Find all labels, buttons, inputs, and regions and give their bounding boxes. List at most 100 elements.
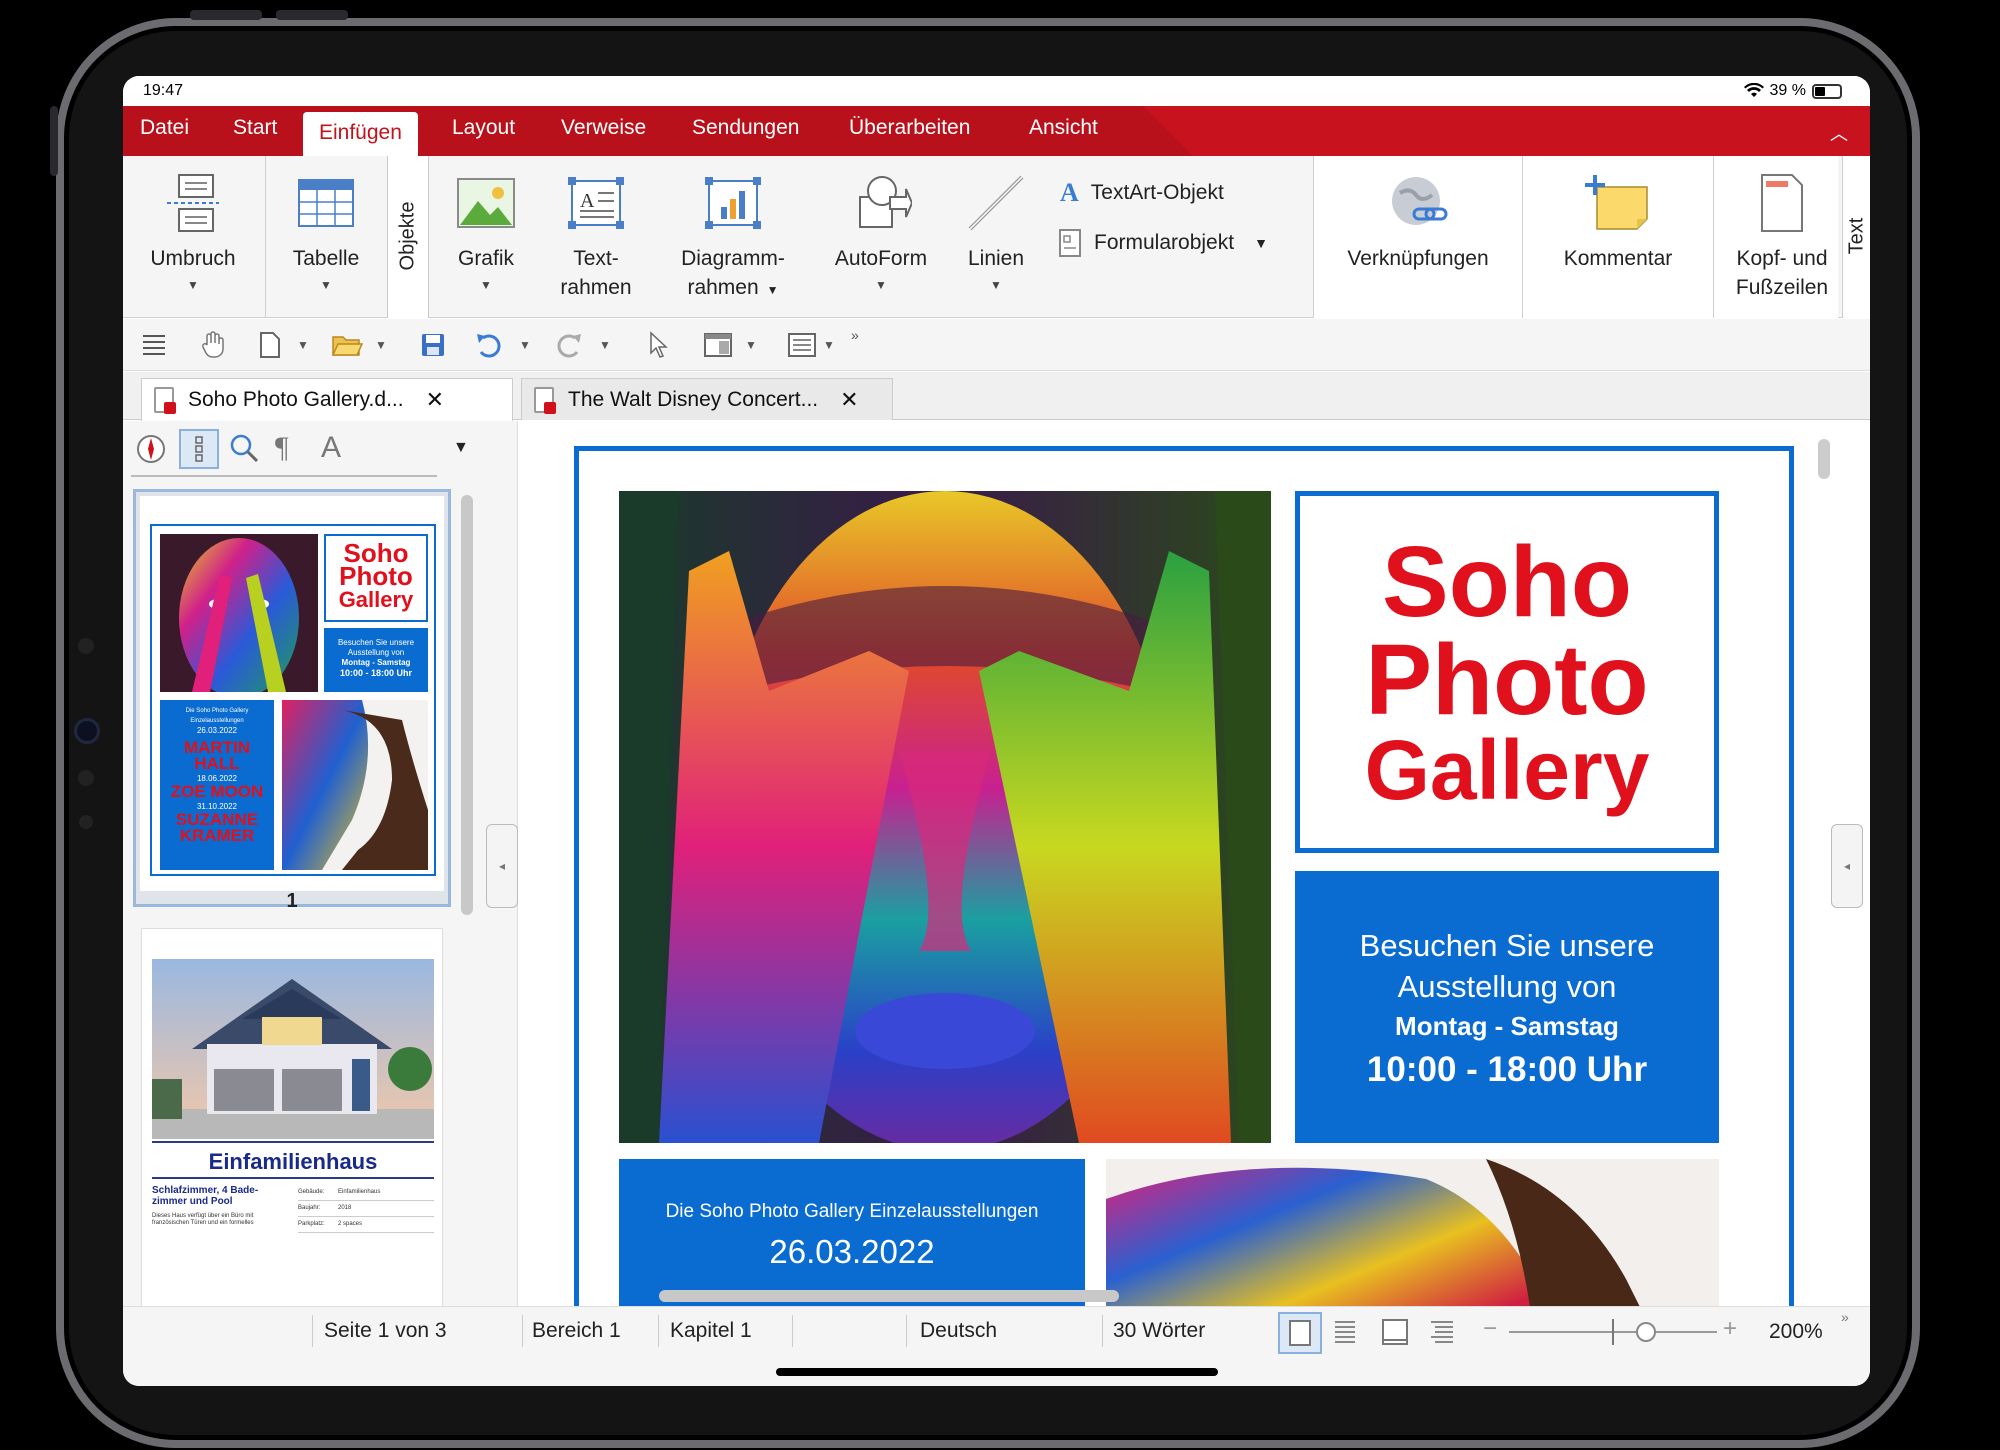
comment-icon (1585, 166, 1651, 240)
diagrammrahmen-button[interactable]: Diagramm- rahmen ▼ (663, 156, 803, 318)
page-indicator[interactable]: Seite 1 von 3 (324, 1319, 447, 1343)
kopf-fusszeilen-button[interactable]: Kopf- und Fußzeilen (1719, 156, 1845, 318)
font-style-icon[interactable]: A (321, 431, 341, 465)
chevron-down-icon[interactable]: ▼ (453, 439, 469, 457)
kommentar-button[interactable]: Kommentar (1528, 156, 1708, 318)
wifi-icon (1743, 83, 1764, 97)
visit-line-1: Besuchen Sie unsere (1359, 928, 1655, 963)
close-icon[interactable]: ✕ (840, 387, 858, 413)
formularobjekt-button[interactable]: Formularobjekt ▼ (1058, 228, 1268, 258)
new-document-icon[interactable]: ▼ (259, 331, 309, 359)
save-icon[interactable] (420, 331, 446, 359)
sensor-dot (78, 770, 94, 786)
chevron-down-icon[interactable]: ▼ (823, 338, 835, 352)
textrahmen-button[interactable]: A Text- rahmen (546, 156, 646, 318)
thumbnail-exhibitions: Die Soho Photo Gallery Einzelausstellung… (160, 700, 274, 870)
divider (906, 1315, 907, 1347)
chevron-down-icon[interactable]: ▼ (375, 338, 387, 352)
menu-verweise[interactable]: Verweise (561, 116, 646, 140)
section-indicator[interactable]: Bereich 1 (532, 1319, 621, 1343)
chevron-down-icon[interactable]: ▼ (519, 338, 531, 352)
close-icon[interactable]: ✕ (426, 387, 444, 413)
thumbnail-photo-face (160, 534, 318, 692)
gallery-title-box[interactable]: Soho Photo Gallery (1295, 491, 1719, 853)
thumbnail-visit-box: Besuchen Sie unsere Ausstellung von Mont… (324, 628, 428, 692)
linien-button[interactable]: Linien ▼ (956, 156, 1036, 318)
camera (74, 718, 100, 744)
chevron-down-icon: ▼ (187, 278, 199, 292)
frame-icon[interactable]: ▼ (787, 331, 835, 359)
compass-icon[interactable] (135, 433, 167, 470)
chevron-down-icon[interactable]: ▼ (745, 338, 757, 352)
svg-text:A: A (580, 190, 595, 212)
more-status-icon[interactable]: » (1841, 1309, 1849, 1325)
menu-ansicht[interactable]: Ansicht (1029, 116, 1098, 140)
collapse-sidebar-handle[interactable]: ◂ (486, 824, 518, 908)
chevron-down-icon[interactable]: ▼ (297, 338, 309, 352)
pointer-icon[interactable] (647, 331, 669, 359)
tab-soho-photo-gallery[interactable]: Soho Photo Gallery.d... ✕ (141, 378, 513, 421)
hand-icon[interactable] (201, 331, 225, 359)
expand-right-panel-handle[interactable]: ◂ (1831, 824, 1863, 908)
thumbnails-icon[interactable] (179, 429, 219, 469)
sidebar-scrollbar[interactable] (461, 495, 473, 915)
tab-walt-disney-concert[interactable]: The Walt Disney Concert... ✕ (521, 378, 893, 420)
page-break-icon (165, 166, 221, 240)
menu-layout[interactable]: Layout (452, 116, 515, 140)
zoom-in-icon[interactable]: + (1723, 1315, 1737, 1343)
chevron-down-icon[interactable]: ▼ (599, 338, 611, 352)
chevron-down-icon: ▼ (480, 278, 492, 292)
objekte-group-label[interactable]: Objekte (387, 156, 429, 318)
menu-ueberarbeiten[interactable]: Überarbeiten (849, 116, 970, 140)
autoform-button[interactable]: AutoForm ▼ (816, 156, 946, 318)
text-group-label[interactable]: Text (1842, 156, 1870, 318)
tabelle-button[interactable]: Tabelle ▼ (271, 156, 381, 318)
menu-lines-icon[interactable] (141, 331, 167, 359)
language-indicator[interactable]: Deutsch (920, 1319, 997, 1343)
word-count: 30 Wörter (1113, 1319, 1206, 1342)
view-continuous-icon[interactable] (1429, 1318, 1455, 1351)
sidebar: ¶ A ▼ Soho Photo Gallery Besuchen Sie un… (123, 421, 518, 1308)
redo-icon[interactable]: ▼ (555, 331, 611, 359)
textart-button[interactable]: A TextArt-Objekt (1060, 178, 1224, 208)
more-tools-icon[interactable]: » (851, 321, 859, 349)
opening-hours-box[interactable]: Besuchen Sie unsere Ausstellung von Mont… (1295, 871, 1719, 1143)
view-page-icon[interactable] (1381, 1318, 1409, 1351)
open-folder-icon[interactable]: ▼ (331, 331, 387, 359)
menu-start[interactable]: Start (233, 116, 277, 140)
thumbnail-page: Soho Photo Gallery Besuchen Sie unsere A… (140, 496, 444, 891)
view-normal-icon[interactable] (1278, 1312, 1322, 1354)
chart-icon (703, 166, 763, 240)
grafik-button[interactable]: Grafik ▼ (436, 156, 536, 318)
undo-icon[interactable]: ▼ (475, 331, 531, 359)
title-line-photo: Photo (1365, 623, 1649, 736)
page-vertical-scrollbar[interactable] (1818, 439, 1830, 479)
page-thumbnail-2[interactable]: Einfamilienhaus Schlafzimmer, 4 Bade-zim… (141, 928, 443, 1308)
zoom-level[interactable]: 200% (1769, 1320, 1823, 1344)
collapse-ribbon-icon[interactable]: ︿ (1830, 120, 1848, 146)
thumbnail-house-table: Gebäude: Einfamilienhaus Baujahr: 2018 Par… (298, 1185, 434, 1233)
umbruch-button[interactable]: Umbruch ▼ (133, 156, 253, 318)
chapter-indicator[interactable]: Kapitel 1 (670, 1319, 752, 1343)
divider (1522, 156, 1523, 318)
picture-icon (456, 166, 516, 240)
document-page[interactable]: Soho Photo Gallery Besuchen Sie unsere A… (574, 446, 1794, 1359)
page-horizontal-scrollbar[interactable] (659, 1290, 1119, 1302)
view-outline-icon[interactable] (1333, 1318, 1357, 1351)
screen: 19:47 39 % Datei Start Einfügen Layout V… (123, 76, 1870, 1386)
zoom-out-icon[interactable]: − (1483, 1315, 1497, 1343)
page-thumbnail-1[interactable]: Soho Photo Gallery Besuchen Sie unsere A… (133, 489, 451, 912)
menu-einfuegen[interactable]: Einfügen (303, 112, 418, 157)
visit-days: Montag - Samstag (1395, 1011, 1619, 1041)
thumbnail-photo-woman (282, 700, 428, 870)
chevron-down-icon: ▼ (875, 278, 887, 292)
menu-sendungen[interactable]: Sendungen (692, 116, 799, 140)
verknuepfungen-button[interactable]: Verknüpfungen (1318, 156, 1518, 318)
search-icon[interactable] (229, 433, 259, 468)
view-layout-icon[interactable]: ▼ (703, 331, 757, 359)
zoom-slider-default-mark (1612, 1319, 1614, 1345)
menu-datei[interactable]: Datei (140, 116, 189, 140)
zoom-slider-thumb[interactable] (1636, 1322, 1656, 1342)
home-indicator[interactable] (776, 1368, 1218, 1376)
paragraph-icon[interactable]: ¶ (275, 431, 289, 465)
